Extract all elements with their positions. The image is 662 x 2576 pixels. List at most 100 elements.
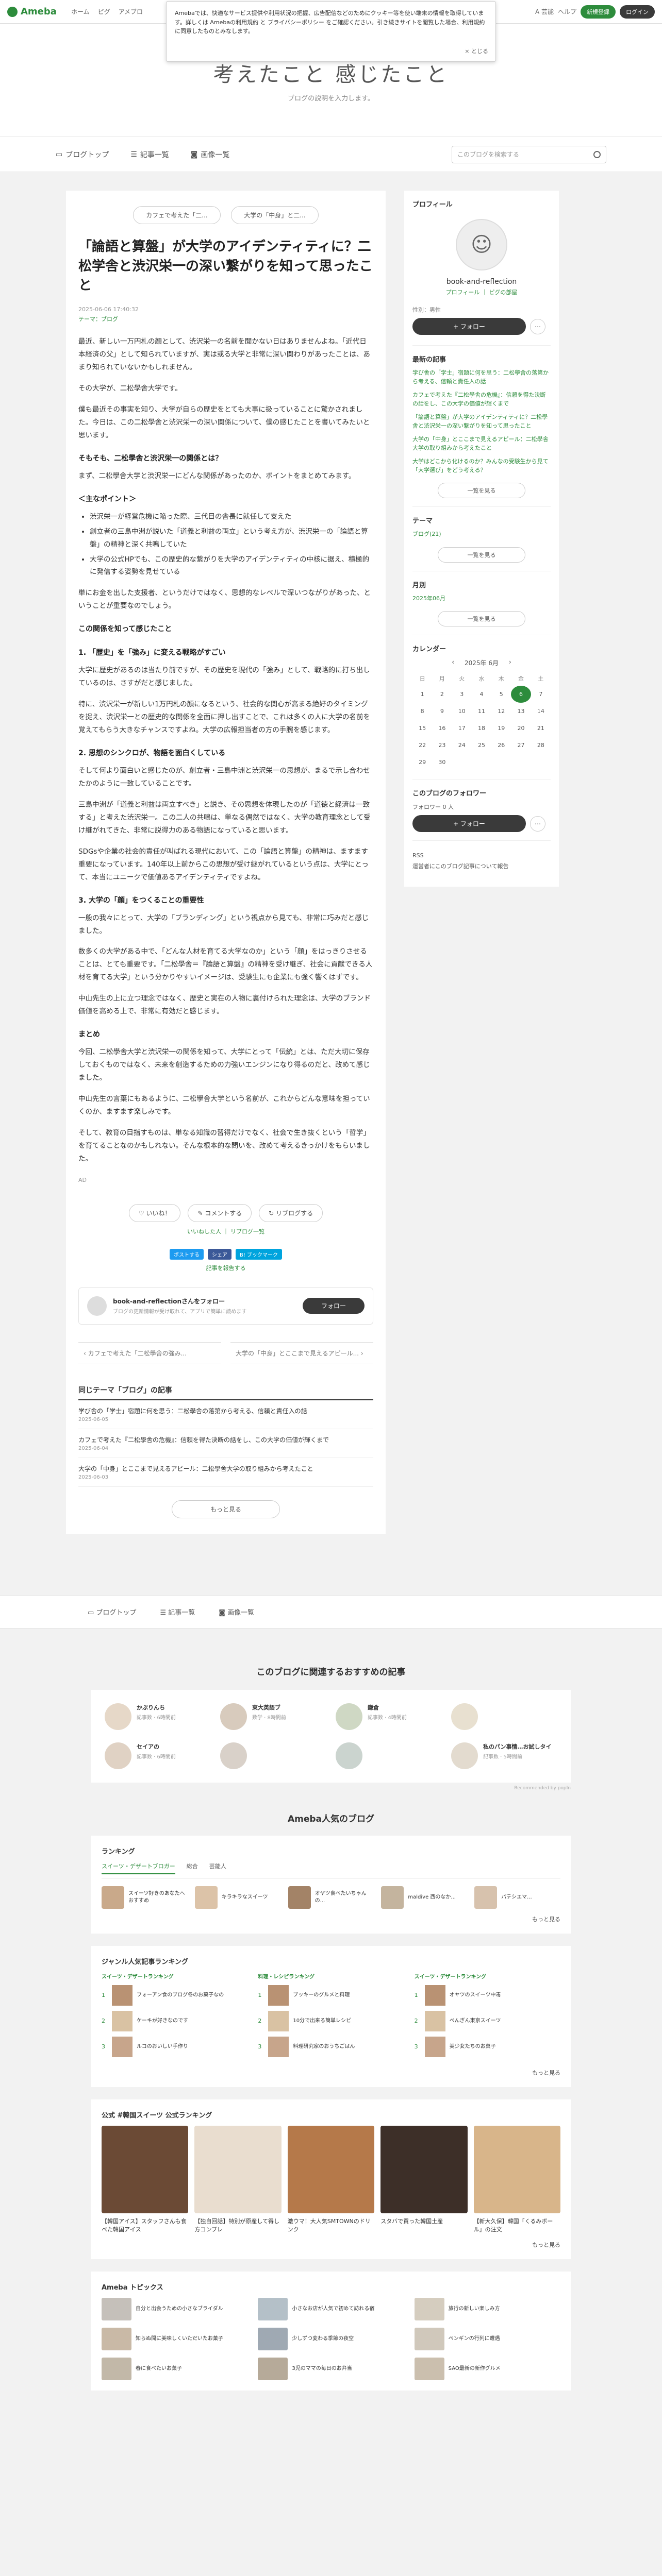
calendar-day[interactable]: 23 [432, 737, 452, 754]
tab-image-list[interactable]: ◙ 画像一覧 [191, 149, 230, 160]
genre-item[interactable]: 1 フォーアン食のブログ冬のお菓子なの [102, 1985, 247, 2006]
calendar-day[interactable]: 10 [452, 703, 472, 720]
footer-tab-blog-top[interactable]: ▭ ブログトップ [88, 1607, 136, 1617]
rss-link[interactable]: RSS [412, 852, 551, 859]
calendar-day[interactable]: 30 [432, 754, 452, 771]
follow-button[interactable]: フォロー [302, 1298, 365, 1314]
recommended-card[interactable]: 東大英語ブ 数学 · 8時間前 [220, 1703, 326, 1730]
calendar-day[interactable] [511, 754, 531, 771]
login-button[interactable]: ログイン [620, 5, 655, 19]
calendar-day[interactable] [491, 754, 511, 771]
calendar-day[interactable]: 20 [511, 720, 531, 737]
calendar-day[interactable]: 18 [472, 720, 491, 737]
topic-item[interactable]: 少しずつ変わる季節の夜空 [258, 2327, 404, 2350]
geinou-link[interactable]: A 芸能 [535, 7, 554, 16]
tab-entry-list[interactable]: ☰ 記事一覧 [130, 149, 169, 160]
report-blog-link[interactable]: 運営者にこのブログ記事について報告 [412, 862, 551, 870]
more-options-icon[interactable]: ⋯ [530, 318, 545, 334]
hatena-bookmark-button[interactable]: B! ブックマーク [235, 1248, 283, 1260]
sidebar-follow-button-2[interactable]: + フォロー [412, 815, 526, 832]
calendar-day[interactable]: 5 [491, 686, 511, 703]
genre-item[interactable]: 1 ブッキーのグルメと料理 [258, 1985, 404, 2006]
profile-links[interactable]: プロフィール ｜ ピグの部屋 [446, 288, 518, 296]
sidebar-follow-button[interactable]: + フォロー [412, 318, 526, 335]
ameblo-link[interactable]: アメブロ [119, 7, 143, 16]
recent-list-button[interactable]: 一覧を見る [438, 483, 525, 498]
calendar-day[interactable]: 4 [472, 686, 491, 703]
prev-article-pill[interactable]: カフェで考えた「二... [133, 206, 221, 224]
genre-item[interactable]: 3 ルコのおいしい手作り [102, 2036, 247, 2057]
genre-item[interactable]: 1 オヤツのスイーツ中毒 [415, 1985, 560, 2006]
calendar-day[interactable]: 28 [531, 737, 551, 754]
recent-entry-link[interactable]: 大学の「中身」とここまで見えるアピール：二松學舎大学の取り組みから考えたこと [412, 435, 551, 452]
ranking-item[interactable]: オヤツ食べたいちゃんの... [288, 1886, 374, 1909]
calendar-day[interactable]: 9 [432, 703, 452, 720]
footer-tab-entry-list[interactable]: ☰ 記事一覧 [160, 1607, 195, 1617]
calendar-day[interactable]: 8 [412, 703, 432, 720]
calendar-day[interactable]: 6 [511, 686, 531, 703]
calendar-day[interactable]: 26 [491, 737, 511, 754]
calendar-day[interactable]: 15 [412, 720, 432, 737]
calendar-day[interactable]: 13 [511, 703, 531, 720]
calendar-day[interactable]: 2 [432, 686, 452, 703]
recommended-card[interactable]: かぶりんち 記事数 · 6時間前 [105, 1703, 211, 1730]
recommended-card[interactable] [336, 1742, 442, 1769]
recent-entry-link[interactable]: 大学はどこから化けるのか？みんなの受験生から見て「大学選び」をどう考える？ [412, 457, 551, 474]
like-users-link[interactable]: いいねした人 ｜ リブログ一覧 [78, 1227, 373, 1235]
calendar-day[interactable]: 16 [432, 720, 452, 737]
calendar-day[interactable]: 24 [452, 737, 472, 754]
calendar-day[interactable]: 3 [452, 686, 472, 703]
calendar-day[interactable]: 29 [412, 754, 432, 771]
theme-list-button[interactable]: 一覧を見る [438, 547, 525, 563]
tab-blog-top[interactable]: ▭ ブログトップ [56, 149, 109, 160]
topic-item[interactable]: 旅行の新しい楽しみ方 [414, 2297, 560, 2320]
recommended-card[interactable] [220, 1742, 326, 1769]
sweets-card[interactable]: 激ウマ！大人気SMTOWNのドリンク [287, 2125, 375, 2234]
ranking-tab[interactable]: 総合 [187, 1862, 198, 1874]
calendar-day[interactable]: 22 [412, 737, 432, 754]
genre-item[interactable]: 2 10分で出来る簡単レシピ [258, 2010, 404, 2031]
topic-item[interactable]: ペンギンの行列に遭遇 [414, 2327, 560, 2350]
recommended-card[interactable]: 私のパン事情…お試しタイ 記事数 · 5時間前 [451, 1742, 557, 1769]
topic-item[interactable]: 自分と出会うための小さなブライダル [102, 2297, 247, 2320]
ranking-tab[interactable]: スイーツ・デザートブロガー [102, 1862, 175, 1874]
calendar-day[interactable] [452, 754, 472, 771]
ranking-item[interactable]: キラキラなスイーツ [194, 1886, 281, 1909]
blog-title[interactable]: 考えたこと 感じたこと [213, 58, 449, 88]
ranking-item[interactable]: パテシエマ... [474, 1886, 560, 1909]
genre-item[interactable]: 3 美少女たちのお菓子 [415, 2036, 560, 2057]
prev-entry-link[interactable]: ‹ カフェで考えた「二松學舎の強み... [78, 1342, 221, 1364]
ranking-item[interactable]: maldive 西のなか... [381, 1886, 467, 1909]
recent-entry-link[interactable]: カフェで考えた『二松學舎の危機』：信頼を得た決断の話をし、この大学の価値が輝くま… [412, 391, 551, 408]
calendar-day[interactable]: 14 [531, 703, 551, 720]
like-button[interactable]: ♡ いいね！ [128, 1204, 181, 1222]
x-share-button[interactable]: ポストする [169, 1248, 204, 1260]
genre-item[interactable]: 3 料理研究家のおうちごはん [258, 2036, 404, 2057]
chevron-left-icon[interactable]: ‹ [452, 658, 454, 667]
genre-item[interactable]: 2 ぺんぎん東京スイーツ [415, 2010, 560, 2031]
sweets-card[interactable]: 【韓国アイス】スタッフさんも食べた韓国アイス [102, 2125, 189, 2234]
recommended-card[interactable]: 鎌倉 記事数 · 4時間前 [336, 1703, 442, 1730]
calendar-day[interactable]: 17 [452, 720, 472, 737]
home-link[interactable]: ホーム [71, 7, 90, 16]
facebook-share-button[interactable]: シェア [207, 1248, 231, 1260]
next-entry-link[interactable]: 大学の「中身」とここまで見えるアピール... › [230, 1342, 373, 1364]
calendar-day[interactable]: 7 [531, 686, 551, 703]
calendar-day[interactable]: 27 [511, 737, 531, 754]
footer-tab-image-list[interactable]: ◙ 画像一覧 [219, 1607, 254, 1617]
next-article-pill[interactable]: 大学の「中身」と二... [231, 206, 319, 224]
related-item[interactable]: カフェで考えた『二松學舎の危機』：信頼を得た決断の話をし、この大学の価値が輝くま… [78, 1429, 373, 1458]
sweets-card[interactable]: スタバで買った韓国土産 [380, 2125, 468, 2234]
sweets-more-link[interactable]: もっと見る [102, 2241, 560, 2249]
more-options-icon[interactable]: ⋯ [530, 816, 545, 832]
report-article-link[interactable]: 記事を報告する [78, 1264, 373, 1272]
search-icon[interactable] [593, 150, 601, 158]
topic-item[interactable]: 春に食べたいお菓子 [102, 2357, 247, 2380]
recent-entry-link[interactable]: 学び舎の「学士」宿題に何を思う：二松學舎の落第から考える、信頼と責任入の話 [412, 369, 551, 386]
ranking-more-link[interactable]: もっと見る [102, 1915, 560, 1923]
genre-more-link[interactable]: もっと見る [102, 2069, 560, 2077]
topic-item[interactable]: SAO最新の新作グルメ [414, 2357, 560, 2380]
blog-search-input[interactable]: このブログを検索する [452, 145, 606, 163]
ranking-item[interactable]: スイーツ好きのあなたへおすすめ [102, 1886, 188, 1909]
calendar-day[interactable]: 12 [491, 703, 511, 720]
